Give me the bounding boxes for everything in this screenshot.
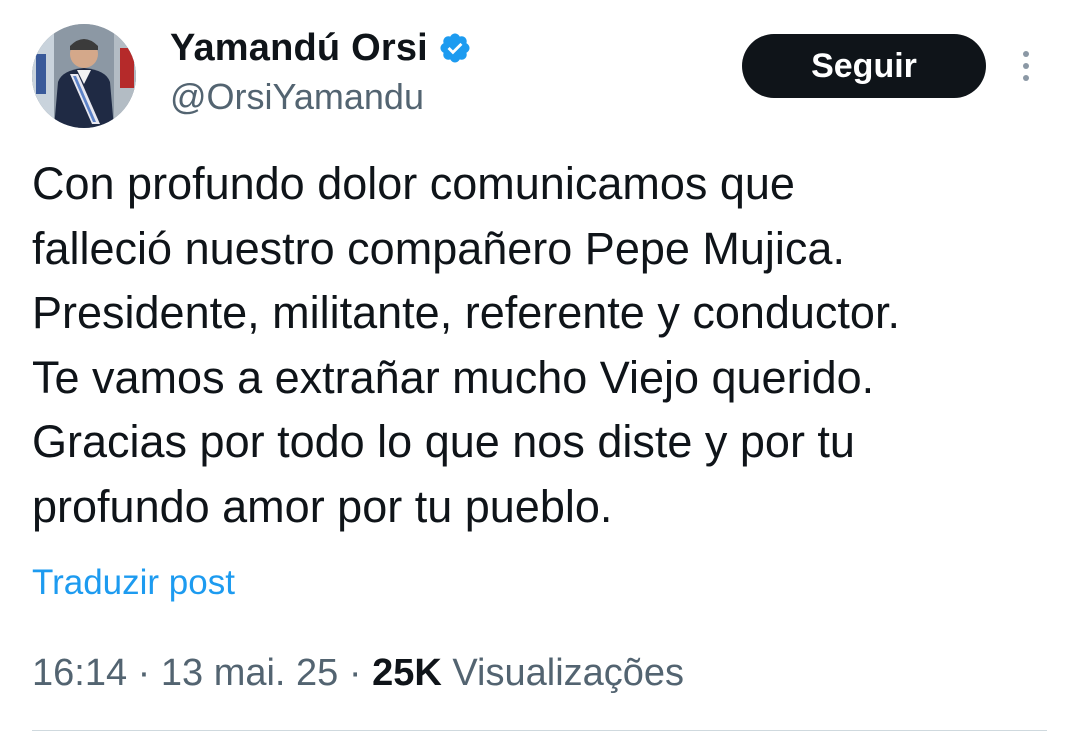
tweet-meta: 16:14 · 13 mai. 25 · 25K Visualizações	[32, 652, 684, 695]
follow-button[interactable]: Seguir	[742, 34, 986, 98]
author-handle[interactable]: @OrsiYamandu	[170, 76, 424, 118]
tweet-time[interactable]: 16:14	[32, 652, 127, 694]
translate-post-link[interactable]: Traduzir post	[32, 563, 235, 603]
views-spacer	[442, 652, 453, 694]
meta-separator: ·	[338, 652, 373, 694]
more-vertical-icon[interactable]	[1016, 48, 1036, 84]
views-count[interactable]: 25K	[372, 652, 442, 694]
meta-separator: ·	[127, 652, 161, 694]
author-display-name[interactable]: Yamandú Orsi	[170, 27, 428, 70]
verified-badge-icon	[440, 33, 470, 63]
tweet-date[interactable]: 13 mai. 25	[161, 652, 338, 694]
divider	[32, 730, 1047, 731]
author-name-row: Yamandú Orsi	[170, 26, 472, 70]
tweet-text: Con profundo dolor comunicamos que falle…	[32, 158, 900, 532]
avatar[interactable]	[32, 24, 136, 128]
views-label[interactable]: Visualizações	[452, 652, 684, 694]
